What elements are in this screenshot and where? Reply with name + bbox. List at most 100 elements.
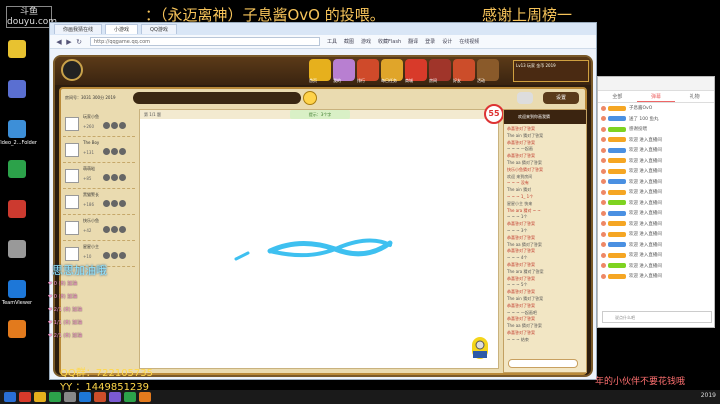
player-name: The Boy <box>83 140 100 145</box>
danmaku-row: 欢迎 进入直播间 <box>598 219 714 230</box>
player-row[interactable]: The Boy +131 <box>63 137 135 163</box>
taskbar-app-icon[interactable] <box>34 392 46 402</box>
level-badge-icon <box>601 263 606 269</box>
player-name: 快乐小鱼 <box>83 218 99 223</box>
heart-row: ❤ 2/1 (8) 加油 <box>48 333 83 339</box>
eye-icon[interactable] <box>119 174 126 181</box>
taskbar-app-icon[interactable] <box>94 392 106 402</box>
browser-tab[interactable]: QQ游戏 <box>141 24 177 34</box>
player-row[interactable]: 黑猫警长 +186 <box>63 189 135 215</box>
forward-icon[interactable]: ▶ <box>64 37 74 47</box>
add-friend-icon[interactable] <box>103 226 110 233</box>
refresh-icon[interactable]: ↻ <box>74 37 84 47</box>
browser-tabbar: 你画我猜在线 小游戏 QQ游戏 <box>50 23 596 35</box>
eye-icon[interactable] <box>119 226 126 233</box>
drawing-canvas[interactable]: 第 1/1 题 提示：3个字 55 <box>139 104 504 369</box>
toolbar-item[interactable]: 翻译 <box>408 38 418 45</box>
browser-tab[interactable]: 你画我猜在线 <box>54 24 103 34</box>
tab-danmaku[interactable]: 弹幕 <box>636 91 676 102</box>
taskbar-app-icon[interactable] <box>139 392 151 402</box>
eye-icon[interactable] <box>119 200 126 207</box>
back-icon[interactable]: ◀ <box>54 37 64 47</box>
toolbar-item[interactable]: 在线视频 <box>459 38 479 45</box>
add-friend-icon[interactable] <box>103 200 110 207</box>
fan-tag <box>608 200 626 206</box>
player-row[interactable]: 快乐小鱼 +42 <box>63 215 135 241</box>
app-icon-1[interactable] <box>0 36 34 76</box>
teamviewer-icon[interactable]: TeamViewer <box>0 276 34 316</box>
app-icon <box>8 80 26 98</box>
taskbar-app-icon[interactable] <box>4 392 16 402</box>
danmaku-text: 欢迎 进入直播间 <box>629 190 662 196</box>
player-row[interactable]: 玩家小鱼 +260 <box>63 111 135 137</box>
tab-all[interactable]: 全部 <box>598 91 637 102</box>
add-friend-icon[interactable] <box>103 122 110 129</box>
toolbar-item[interactable]: 截图 <box>344 38 354 45</box>
player-row[interactable]: 萌萌哒 +85 <box>63 163 135 189</box>
tab-gifts[interactable]: 礼物 <box>675 91 714 102</box>
danmaku-text: 欢迎 进入直播间 <box>629 253 662 259</box>
minion-icon <box>472 337 488 359</box>
flower-icon[interactable] <box>111 252 118 259</box>
flower-icon[interactable] <box>111 148 118 155</box>
app-icon-5[interactable] <box>0 196 34 236</box>
taskbar-app-icon[interactable] <box>109 392 121 402</box>
chat-message: ~ ~ ~ 1_ 1个 <box>507 193 534 199</box>
chat-message: ~ ~ ~ 3个 <box>507 227 528 233</box>
player-name: 萌萌哒 <box>83 166 95 171</box>
settings-button[interactable]: 设置 <box>543 92 579 104</box>
app-icon-4[interactable] <box>0 156 34 196</box>
toolbar-item[interactable]: 工具 <box>327 38 337 45</box>
add-friend-icon[interactable] <box>103 148 110 155</box>
taskbar-app-icon[interactable] <box>79 392 91 402</box>
flower-icon[interactable] <box>111 200 118 207</box>
taskbar-app-icon[interactable] <box>49 392 61 402</box>
taskbar-app-icon[interactable] <box>19 392 31 402</box>
flower-icon[interactable] <box>111 122 118 129</box>
add-friend-icon[interactable] <box>103 252 110 259</box>
browser-tab-active[interactable]: 小游戏 <box>105 24 139 34</box>
toolbar-item[interactable]: 登录 <box>425 38 435 45</box>
player-score: +10 <box>83 254 92 259</box>
add-friend-icon[interactable] <box>103 174 110 181</box>
qq-group: QQ群：722105735 <box>60 368 154 379</box>
fan-tag <box>608 168 626 174</box>
fan-tag <box>608 158 626 164</box>
heart-row: ❤ 0 (8) 加油 <box>48 294 78 300</box>
chat-message: The aa 猜对了答案 <box>507 241 542 247</box>
app-icon-6[interactable] <box>0 236 34 276</box>
eye-icon[interactable] <box>119 122 126 129</box>
drop-icon[interactable] <box>517 92 533 104</box>
taskbar-app-icon[interactable] <box>64 392 76 402</box>
chat-input[interactable] <box>508 359 578 368</box>
app-icon-3[interactable]: Video_2...Folder <box>0 116 37 156</box>
flower-icon[interactable] <box>111 226 118 233</box>
player-score: +186 <box>83 202 94 207</box>
danmaku-text: 欢迎 进入直播间 <box>629 232 662 238</box>
app-icon-2[interactable] <box>0 76 34 116</box>
player-actions <box>103 148 126 155</box>
word-display <box>133 92 301 104</box>
toolbar-item[interactable]: 收藏Flash <box>378 38 401 45</box>
flower-icon[interactable] <box>111 174 118 181</box>
eye-icon[interactable] <box>119 148 126 155</box>
toolbar-item[interactable]: 设计 <box>442 38 452 45</box>
danmaku-text: 欢迎 进入直播间 <box>629 179 662 185</box>
danmaku-input[interactable]: 说点什么吧 <box>602 311 712 323</box>
app-icon-8[interactable] <box>0 316 34 356</box>
cheer-text: 思思加油哦 <box>52 264 107 277</box>
toolbar-item[interactable]: 游戏 <box>361 38 371 45</box>
taskbar-app-icon[interactable] <box>124 392 136 402</box>
desktop-icon-label: Video_2...Folder <box>0 140 37 146</box>
danmaku-row: 欢迎 进入直播间 <box>598 240 714 251</box>
chat-message: 快乐小鱼猜对了答案 <box>507 166 543 172</box>
level-badge-icon <box>601 200 606 206</box>
chat-message: The ara 猜对了答案 <box>507 268 544 274</box>
app-icon <box>8 160 26 178</box>
danmaku-row: 欢迎 进入直播间 <box>598 208 714 219</box>
eye-icon[interactable] <box>119 252 126 259</box>
fan-tag <box>608 273 626 279</box>
player-actions <box>103 226 126 233</box>
address-bar[interactable]: http://qqgame.qq.com <box>90 37 320 46</box>
danmaku-row: 欢迎 进入直播间 <box>598 156 714 167</box>
